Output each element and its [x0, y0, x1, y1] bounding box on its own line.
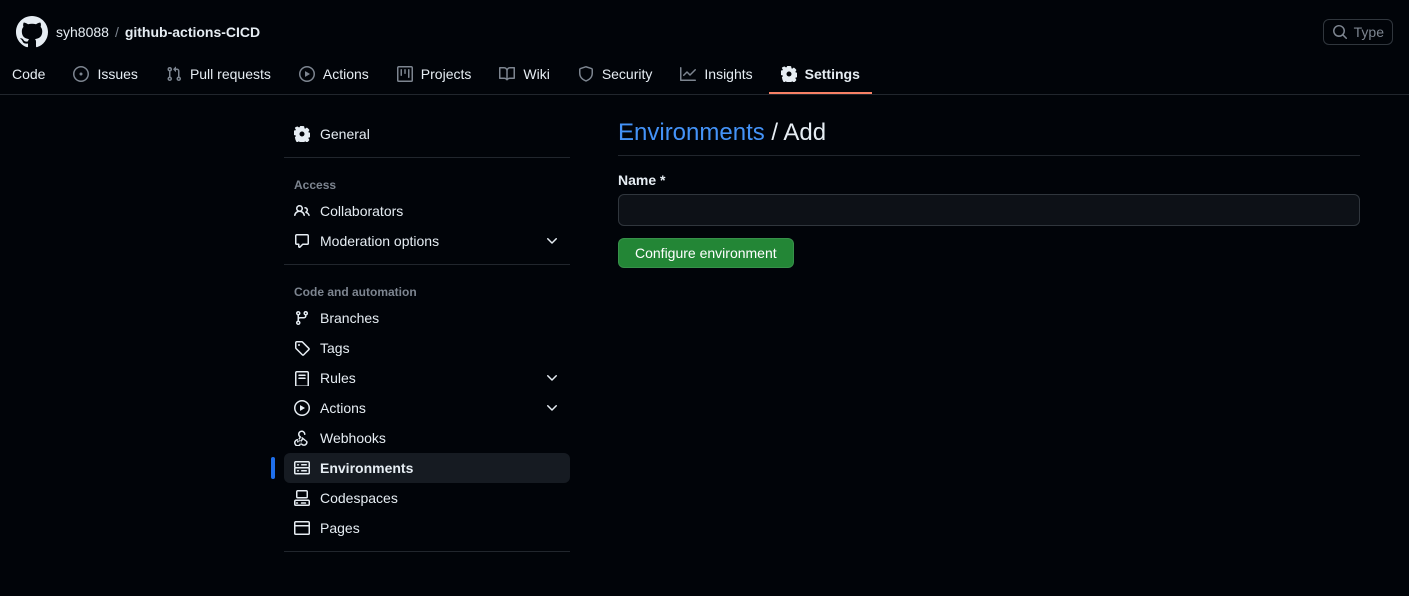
sidebar-section-code: Code and automation	[284, 277, 570, 303]
tab-pull-requests[interactable]: Pull requests	[154, 56, 283, 94]
branch-icon	[294, 310, 310, 326]
actions-icon	[299, 66, 315, 82]
github-logo[interactable]	[16, 16, 48, 48]
sidebar-item-collaborators[interactable]: Collaborators	[284, 196, 570, 226]
chevron-down-icon	[544, 233, 560, 249]
tab-label: Projects	[421, 66, 472, 82]
tab-label: Pull requests	[190, 66, 271, 82]
tag-icon	[294, 340, 310, 356]
sidebar-item-general[interactable]: General	[284, 119, 570, 149]
tab-label: Actions	[323, 66, 369, 82]
tab-settings[interactable]: Settings	[769, 56, 872, 94]
people-icon	[294, 203, 310, 219]
repo-tabs: Code Issues Pull requests Actions Projec…	[0, 56, 1409, 95]
sidebar-item-label: Collaborators	[320, 203, 403, 219]
sidebar-item-moderation[interactable]: Moderation options	[284, 226, 570, 256]
sidebar-item-label: Tags	[320, 340, 350, 356]
search-icon	[1332, 24, 1348, 40]
browser-icon	[294, 520, 310, 536]
tab-label: Code	[12, 66, 45, 82]
tab-projects[interactable]: Projects	[385, 56, 484, 94]
tab-security[interactable]: Security	[566, 56, 665, 94]
sidebar-item-label: Environments	[320, 460, 413, 476]
owner-link[interactable]: syh8088	[56, 24, 109, 40]
insights-icon	[680, 66, 696, 82]
tab-label: Insights	[704, 66, 752, 82]
sidebar-item-actions[interactable]: Actions	[284, 393, 570, 423]
repo-link[interactable]: github-actions-CICD	[125, 24, 260, 40]
page-title: Environments / Add	[618, 119, 1360, 156]
breadcrumb-separator: /	[115, 24, 119, 40]
sidebar-section-access: Access	[284, 170, 570, 196]
comment-icon	[294, 233, 310, 249]
tab-label: Security	[602, 66, 653, 82]
sidebar-divider	[284, 264, 570, 265]
tab-code[interactable]: Code	[0, 56, 57, 94]
sidebar-item-label: Moderation options	[320, 233, 439, 249]
settings-icon	[781, 66, 797, 82]
sidebar-item-label: Actions	[320, 400, 366, 416]
rules-icon	[294, 370, 310, 386]
sidebar-item-codespaces[interactable]: Codespaces	[284, 483, 570, 513]
projects-icon	[397, 66, 413, 82]
webhook-icon	[294, 430, 310, 446]
title-separator: /	[771, 119, 783, 146]
sidebar-item-tags[interactable]: Tags	[284, 333, 570, 363]
name-input[interactable]	[618, 194, 1360, 226]
security-icon	[578, 66, 594, 82]
play-icon	[294, 400, 310, 416]
sidebar-item-label: Branches	[320, 310, 379, 326]
sidebar-item-label: Pages	[320, 520, 360, 536]
breadcrumb: syh8088 / github-actions-CICD	[56, 24, 260, 40]
wiki-icon	[499, 66, 515, 82]
tab-issues[interactable]: Issues	[61, 56, 149, 94]
sidebar-divider	[284, 157, 570, 158]
pull-request-icon	[166, 66, 182, 82]
sidebar-item-label: Rules	[320, 370, 356, 386]
main-content: Environments / Add Name * Configure envi…	[594, 119, 1384, 560]
configure-environment-button[interactable]: Configure environment	[618, 238, 794, 268]
search-placeholder: Type	[1354, 24, 1384, 40]
main-container: General Access Collaborators Moderation …	[0, 95, 1409, 560]
sidebar-item-label: Codespaces	[320, 490, 398, 506]
tab-label: Settings	[805, 66, 860, 82]
server-icon	[294, 460, 310, 476]
issues-icon	[73, 66, 89, 82]
sidebar-item-rules[interactable]: Rules	[284, 363, 570, 393]
search-box[interactable]: Type	[1323, 19, 1393, 45]
settings-sidebar: General Access Collaborators Moderation …	[284, 119, 594, 560]
chevron-down-icon	[544, 370, 560, 386]
environments-link[interactable]: Environments	[618, 119, 765, 146]
tab-actions[interactable]: Actions	[287, 56, 381, 94]
sidebar-item-branches[interactable]: Branches	[284, 303, 570, 333]
gear-icon	[294, 126, 310, 142]
sidebar-item-webhooks[interactable]: Webhooks	[284, 423, 570, 453]
tab-insights[interactable]: Insights	[668, 56, 764, 94]
sidebar-item-label: General	[320, 126, 370, 142]
sidebar-item-label: Webhooks	[320, 430, 386, 446]
sidebar-item-environments[interactable]: Environments	[284, 453, 570, 483]
tab-label: Wiki	[523, 66, 549, 82]
header: syh8088 / github-actions-CICD Type	[0, 0, 1409, 56]
sidebar-divider	[284, 551, 570, 552]
tab-wiki[interactable]: Wiki	[487, 56, 561, 94]
chevron-down-icon	[544, 400, 560, 416]
sidebar-item-pages[interactable]: Pages	[284, 513, 570, 543]
name-label: Name *	[618, 172, 1360, 188]
add-text: Add	[783, 119, 826, 146]
tab-label: Issues	[97, 66, 137, 82]
codespaces-icon	[294, 490, 310, 506]
